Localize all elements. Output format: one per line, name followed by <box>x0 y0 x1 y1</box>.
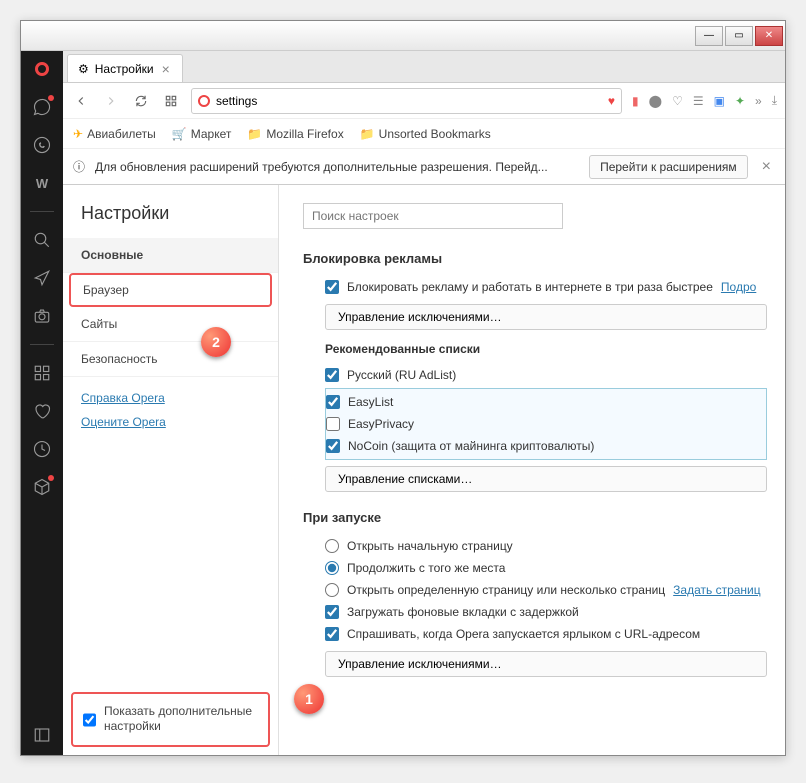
callout-1: 1 <box>294 684 324 714</box>
ask-shortcut-label: Спрашивать, когда Opera запускается ярлы… <box>347 627 700 641</box>
vk-icon[interactable]: W <box>32 173 52 193</box>
send-icon[interactable] <box>32 268 52 288</box>
ext-icon-3[interactable]: ♡ <box>672 94 683 108</box>
downloads-icon[interactable]: ⤓ <box>772 93 777 108</box>
list-ru-label: Русский (RU AdList) <box>347 368 456 382</box>
settings-search-input[interactable] <box>303 203 563 229</box>
opera-url-icon <box>198 95 210 107</box>
notice-text: Для обновления расширений требуются допо… <box>95 160 579 174</box>
minimize-button[interactable]: — <box>695 26 723 46</box>
callout-2: 2 <box>201 327 231 357</box>
ext-icon-6[interactable]: ✦ <box>735 94 745 108</box>
nav-sites[interactable]: Сайты <box>63 307 278 342</box>
open-home-label: Открыть начальную страницу <box>347 539 513 553</box>
list-nocoin-checkbox[interactable] <box>326 439 340 453</box>
open-page-label: Открыть определенную страницу или нескол… <box>347 583 665 597</box>
ext-icon-1[interactable]: ▮ <box>632 94 639 108</box>
list-easyprivacy-label: EasyPrivacy <box>348 417 414 431</box>
ext-icon-2[interactable]: ⬤ <box>649 94 662 108</box>
info-icon: ⓘ <box>73 158 85 175</box>
bookmarks-bar: ✈Авиабилеты 🛒Маркет 📁Mozilla Firefox 📁Un… <box>63 119 785 149</box>
continue-label: Продолжить с того же места <box>347 561 505 575</box>
nav-basic[interactable]: Основные <box>63 238 278 273</box>
package-icon[interactable] <box>32 477 52 497</box>
opera-help-link[interactable]: Справка Opera <box>81 391 260 405</box>
rec-lists-title: Рекомендованные списки <box>325 342 767 356</box>
nav-back-button[interactable] <box>71 94 91 108</box>
url-bar[interactable]: ♥ <box>191 88 622 114</box>
show-advanced-row[interactable]: Показать дополнительные настройки <box>71 692 270 747</box>
nav-forward-button[interactable] <box>101 94 121 108</box>
ext-icon-5[interactable]: ▣ <box>714 94 725 108</box>
bookmark-market[interactable]: 🛒Маркет <box>172 127 232 141</box>
speed-dial-icon[interactable] <box>161 94 181 108</box>
nav-reload-button[interactable] <box>131 94 151 108</box>
grid-icon[interactable] <box>32 363 52 383</box>
go-to-extensions-button[interactable]: Перейти к расширениям <box>589 155 748 179</box>
notice-close-icon[interactable]: × <box>758 158 775 176</box>
load-bg-label: Загружать фоновые вкладки с задержкой <box>347 605 579 619</box>
bookmark-heart-icon[interactable]: ♥ <box>608 94 615 108</box>
manage-lists-button[interactable]: Управление списками… <box>325 466 767 492</box>
open-page-radio[interactable] <box>325 583 339 597</box>
ext-icon-4[interactable]: ☰ <box>693 94 704 108</box>
settings-sidebar: Настройки Основные Браузер Сайты Безопас… <box>63 185 279 755</box>
list-easylist-label: EasyList <box>348 395 393 409</box>
ask-shortcut-checkbox[interactable] <box>325 627 339 641</box>
opera-rate-link[interactable]: Оцените Opera <box>81 415 260 429</box>
tab-settings[interactable]: ⚙ Настройки × <box>67 54 183 82</box>
show-advanced-label: Показать дополнительные настройки <box>104 704 258 735</box>
whatsapp-icon[interactable] <box>32 135 52 155</box>
opera-logo-icon[interactable] <box>32 59 52 79</box>
settings-content: Блокировка рекламы Блокировать рекламу и… <box>279 185 785 755</box>
load-bg-checkbox[interactable] <box>325 605 339 619</box>
camera-icon[interactable] <box>32 306 52 326</box>
gear-icon: ⚙ <box>78 62 89 76</box>
bookmark-unsorted[interactable]: 📁Unsorted Bookmarks <box>360 127 491 141</box>
bookmark-aviabilety[interactable]: ✈Авиабилеты <box>73 127 156 141</box>
nav-security[interactable]: Безопасность <box>63 342 278 377</box>
block-ads-more-link[interactable]: Подро <box>721 280 756 294</box>
startup-title: При запуске <box>303 510 767 525</box>
adblock-title: Блокировка рекламы <box>303 251 767 266</box>
startup-manage-exceptions-button[interactable]: Управление исключениями… <box>325 651 767 677</box>
open-home-radio[interactable] <box>325 539 339 553</box>
close-button[interactable]: ✕ <box>755 26 783 46</box>
search-icon[interactable] <box>32 230 52 250</box>
heart-icon[interactable] <box>32 401 52 421</box>
messenger-icon[interactable] <box>32 97 52 117</box>
show-advanced-checkbox[interactable] <box>83 705 96 735</box>
bookmark-mozilla[interactable]: 📁Mozilla Firefox <box>247 127 343 141</box>
tab-close-icon[interactable]: × <box>160 61 172 77</box>
notification-bar: ⓘ Для обновления расширений требуются до… <box>63 149 785 185</box>
set-pages-link[interactable]: Задать страниц <box>673 583 760 597</box>
nav-browser[interactable]: Браузер <box>71 275 270 305</box>
tab-title: Настройки <box>95 62 154 76</box>
list-easyprivacy-checkbox[interactable] <box>326 417 340 431</box>
more-extensions-icon[interactable]: » <box>755 94 762 108</box>
list-ru-checkbox[interactable] <box>325 368 339 382</box>
sidebar: W <box>21 51 63 755</box>
manage-exceptions-button[interactable]: Управление исключениями… <box>325 304 767 330</box>
url-input[interactable] <box>216 94 602 108</box>
list-nocoin-label: NoCoin (защита от майнинга криптовалюты) <box>348 439 594 453</box>
panel-icon[interactable] <box>32 725 52 745</box>
maximize-button[interactable]: ▭ <box>725 26 753 46</box>
block-ads-label: Блокировать рекламу и работать в интерне… <box>347 280 713 294</box>
block-ads-checkbox[interactable] <box>325 280 339 294</box>
settings-title: Настройки <box>63 185 278 238</box>
continue-radio[interactable] <box>325 561 339 575</box>
list-easylist-checkbox[interactable] <box>326 395 340 409</box>
clock-icon[interactable] <box>32 439 52 459</box>
